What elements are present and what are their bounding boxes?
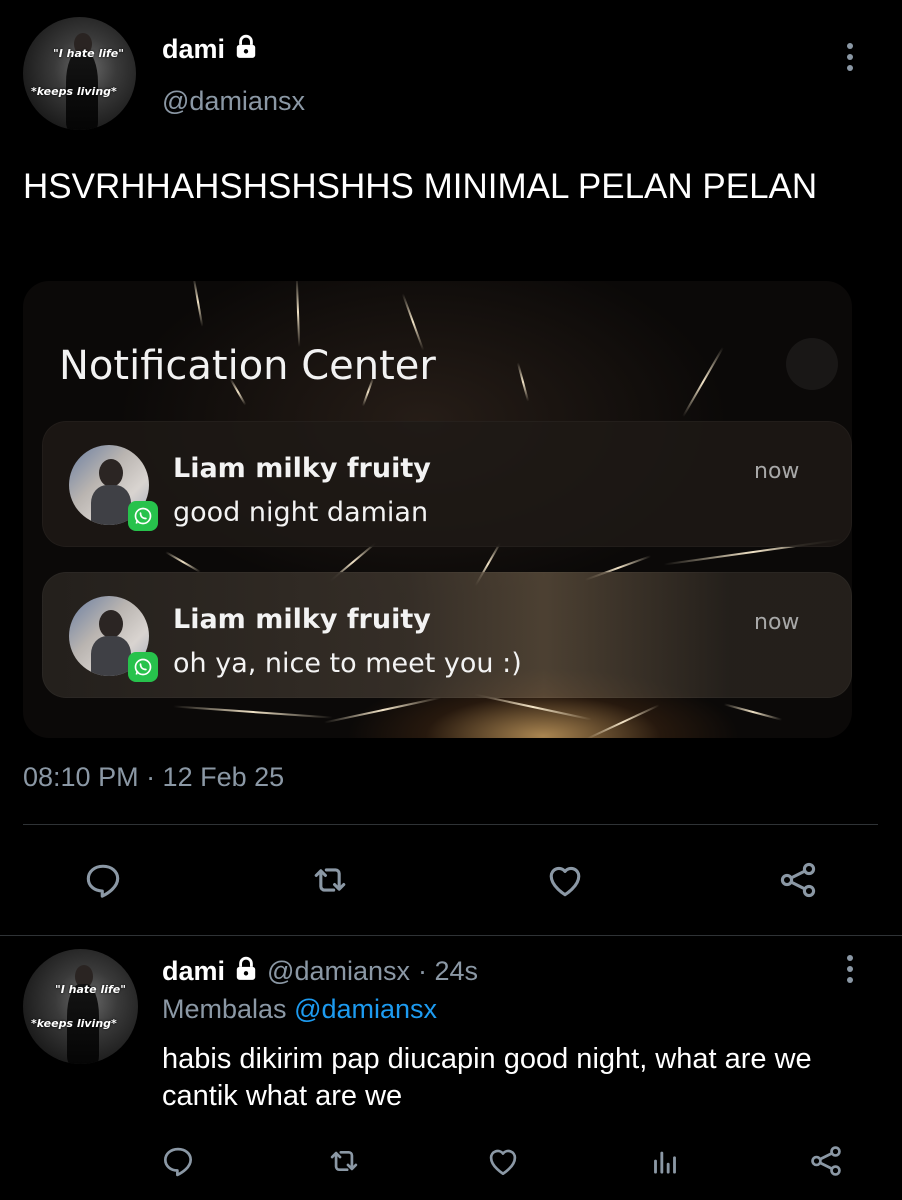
- attached-image[interactable]: Notification Center Liam milky fruity go…: [23, 281, 852, 738]
- tweet-text: HSVRHHAHSHSHSHHS MINIMAL PELAN PELAN: [23, 167, 818, 206]
- display-name: dami: [162, 34, 226, 64]
- whatsapp-icon: [128, 652, 158, 682]
- replying-prefix: Membalas: [162, 994, 287, 1024]
- more-icon[interactable]: [847, 43, 853, 71]
- display-name[interactable]: dami: [162, 956, 225, 987]
- notification-message: oh ya, nice to meet you :): [173, 648, 522, 679]
- avatar-caption-top: "I hate life": [55, 983, 126, 996]
- notification-message: good night damian: [173, 497, 429, 528]
- reply-text: habis dikirim pap diucapin good night, w…: [162, 1043, 812, 1112]
- divider: [0, 935, 902, 936]
- replying-to-link[interactable]: @damiansx: [294, 994, 437, 1024]
- tweet-author[interactable]: dami: [162, 34, 259, 65]
- like-icon[interactable]: [484, 1142, 522, 1180]
- notification-sender: Liam milky fruity: [173, 604, 431, 635]
- handle[interactable]: @damiansx: [267, 956, 410, 987]
- more-icon[interactable]: [847, 955, 853, 983]
- whatsapp-icon: [128, 501, 158, 531]
- tweet-timestamp[interactable]: 08:10 PM · 12 Feb 25: [23, 762, 284, 793]
- replying-to: Membalas @damiansx: [162, 994, 437, 1025]
- analytics-icon[interactable]: [646, 1142, 684, 1180]
- reply-icon[interactable]: [81, 858, 125, 902]
- avatar-caption-bottom: *keeps living*: [31, 85, 117, 98]
- lock-icon: [233, 34, 259, 65]
- divider: [23, 824, 878, 825]
- reply-header: dami @damiansx · 24s: [162, 956, 478, 987]
- notification-sender: Liam milky fruity: [173, 453, 431, 484]
- notification-time: now: [754, 610, 800, 635]
- reply-age: · 24s: [418, 956, 479, 986]
- close-icon: [786, 338, 838, 390]
- notification-center-title: Notification Center: [59, 343, 436, 389]
- share-icon[interactable]: [807, 1142, 845, 1180]
- avatar-caption-bottom: *keeps living*: [31, 1017, 117, 1030]
- avatar-caption-top: "I hate life": [53, 47, 124, 60]
- share-icon[interactable]: [776, 858, 820, 902]
- handle[interactable]: @damiansx: [162, 86, 305, 117]
- reply-icon[interactable]: [159, 1142, 197, 1180]
- lock-icon: [233, 956, 259, 987]
- notification-time: now: [754, 459, 800, 484]
- retweet-icon[interactable]: [325, 1142, 363, 1180]
- notification-card: Liam milky fruity oh ya, nice to meet yo…: [42, 572, 852, 698]
- notification-card: Liam milky fruity good night damian now: [42, 421, 852, 547]
- like-icon[interactable]: [543, 858, 587, 902]
- reply-avatar[interactable]: "I hate life" *keeps living*: [23, 949, 138, 1064]
- retweet-icon[interactable]: [308, 858, 352, 902]
- tweet-avatar[interactable]: "I hate life" *keeps living*: [23, 17, 136, 130]
